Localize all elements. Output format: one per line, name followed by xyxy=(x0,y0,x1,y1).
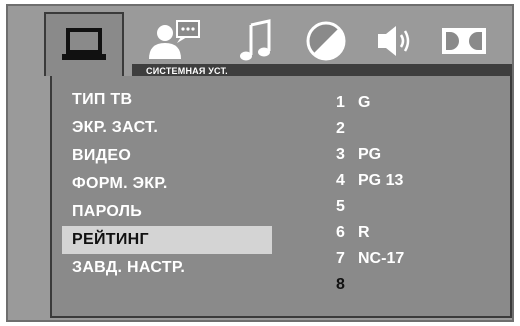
rating-label: PG 13 xyxy=(358,172,404,189)
tv-icon xyxy=(62,26,106,64)
speaker-icon xyxy=(372,21,416,61)
tab-language[interactable] xyxy=(144,16,204,66)
person-speech-icon xyxy=(145,19,203,63)
osd-window: СИСТЕМНАЯ УСТ. ТИП ТВ ЭКР. ЗАСТ. ВИДЕО Ф… xyxy=(6,4,514,322)
tab-speaker[interactable] xyxy=(364,16,424,66)
rating-level: 8 xyxy=(336,276,345,293)
tab-dolby[interactable] xyxy=(434,16,494,66)
contrast-icon xyxy=(304,19,348,63)
rating-option[interactable]: 4 PG 13 xyxy=(336,168,506,194)
tab-picture[interactable] xyxy=(296,16,356,66)
settings-panel: ТИП ТВ ЭКР. ЗАСТ. ВИДЕО ФОРМ. ЭКР. ПАРОЛ… xyxy=(50,76,512,318)
rating-option[interactable]: 1G xyxy=(336,90,506,116)
rating-level: 1 xyxy=(336,94,345,111)
tab-bar xyxy=(8,6,512,76)
rating-label: NC-17 xyxy=(358,250,405,267)
rating-option[interactable]: 5 xyxy=(336,194,506,220)
rating-option[interactable]: 6R xyxy=(336,220,506,246)
settings-menu: ТИП ТВ ЭКР. ЗАСТ. ВИДЕО ФОРМ. ЭКР. ПАРОЛ… xyxy=(62,86,272,282)
tab-tv[interactable] xyxy=(44,12,124,76)
menu-item-video[interactable]: ВИДЕО xyxy=(62,142,272,170)
rating-level: 6 xyxy=(336,224,345,241)
rating-label: G xyxy=(358,94,371,111)
rating-level: 4 xyxy=(336,172,345,189)
menu-item-password[interactable]: ПАРОЛЬ xyxy=(62,198,272,226)
music-note-icon xyxy=(239,19,273,63)
tab-audio[interactable] xyxy=(226,16,286,66)
rating-option[interactable]: 2 xyxy=(336,116,506,142)
menu-item-screensaver[interactable]: ЭКР. ЗАСТ. xyxy=(62,114,272,142)
rating-level: 2 xyxy=(336,120,345,137)
dolby-icon xyxy=(440,26,488,56)
menu-item-aspect-ratio[interactable]: ФОРМ. ЭКР. xyxy=(62,170,272,198)
menu-item-factory-reset[interactable]: ЗАВД. НАСТР. xyxy=(62,254,272,282)
rating-list: 1G 2 3 PG 4 PG 13 5 6R 7 NC-17 8 xyxy=(336,90,506,298)
rating-option[interactable]: 3 PG xyxy=(336,142,506,168)
rating-level: 3 xyxy=(336,146,345,163)
rating-label: R xyxy=(358,224,370,241)
rating-option[interactable]: 7 NC-17 xyxy=(336,246,506,272)
menu-item-rating[interactable]: РЕЙТИНГ xyxy=(62,226,272,254)
rating-label: PG xyxy=(358,146,382,163)
rating-option[interactable]: 8 xyxy=(336,272,506,298)
menu-item-tv-type[interactable]: ТИП ТВ xyxy=(62,86,272,114)
rating-level: 5 xyxy=(336,198,345,215)
rating-level: 7 xyxy=(336,250,345,267)
